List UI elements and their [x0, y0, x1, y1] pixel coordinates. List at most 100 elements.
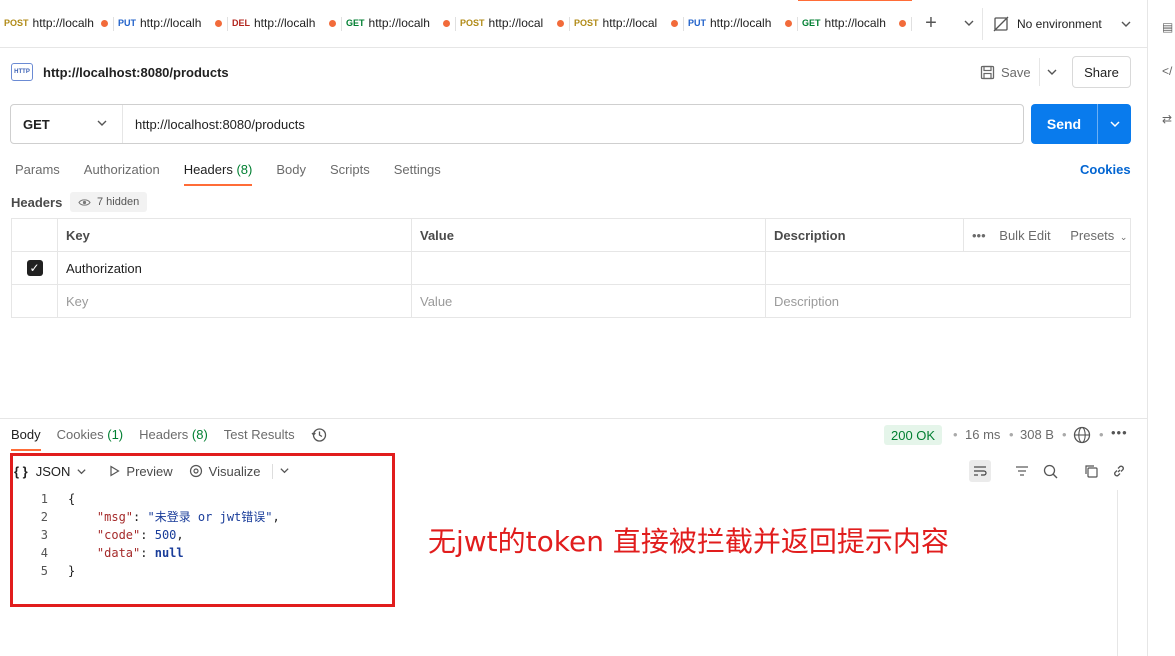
- annotation-highlight-box: [10, 453, 395, 607]
- url-bar: GET: [10, 104, 1024, 144]
- method-select[interactable]: GET: [11, 105, 123, 143]
- hidden-headers-label: 7 hidden: [97, 196, 140, 208]
- tab-headers[interactable]: Headers (8): [183, 160, 253, 186]
- tab-method: POST: [574, 18, 599, 28]
- share-button[interactable]: Share: [1072, 56, 1131, 88]
- more-options-icon[interactable]: •••: [972, 228, 986, 243]
- environment-selector[interactable]: No environment: [982, 8, 1142, 40]
- response-tabs: Body Cookies (1) Headers (8) Test Results: [11, 427, 343, 451]
- header-value-cell[interactable]: [411, 251, 766, 285]
- hidden-headers-toggle[interactable]: 7 hidden: [70, 192, 148, 212]
- response-size[interactable]: 308 B: [1020, 427, 1054, 442]
- save-options-button[interactable]: [1039, 58, 1063, 86]
- header-description-cell[interactable]: [765, 251, 1131, 285]
- tab-body[interactable]: Body: [276, 160, 306, 186]
- request-tab[interactable]: POST http://local: [570, 0, 684, 47]
- request-tab-bar: POST http://localh PUT http://localh DEL http…: [0, 0, 1147, 48]
- request-tab[interactable]: GET http://localh: [342, 0, 456, 47]
- headers-table-header: Key Value Description ••• Bulk Edit Pres…: [11, 218, 1131, 252]
- new-tab-plus-icon[interactable]: +: [912, 0, 950, 47]
- tab-scripts[interactable]: Scripts: [330, 160, 370, 186]
- tab-params[interactable]: Params: [15, 160, 60, 186]
- save-icon: [980, 65, 995, 79]
- tab-method: DEL: [232, 18, 250, 28]
- wrap-lines-icon[interactable]: [969, 460, 991, 482]
- request-tab[interactable]: GET http://localh: [798, 0, 912, 47]
- request-tab[interactable]: PUT http://localh: [114, 0, 228, 47]
- empty-checkbox-cell: [11, 284, 58, 318]
- tab-method: PUT: [688, 18, 706, 28]
- description-placeholder[interactable]: Description: [765, 284, 1131, 318]
- related-icon[interactable]: ⇄: [1162, 112, 1175, 126]
- unsaved-dot-icon: [101, 19, 108, 27]
- tab-settings[interactable]: Settings: [394, 160, 441, 186]
- url-input[interactable]: [123, 105, 1023, 143]
- separator-dot: •: [1009, 427, 1014, 442]
- bulk-actions-cell: ••• Bulk Edit Presets ⌄: [963, 218, 1131, 252]
- link-icon[interactable]: [1108, 460, 1130, 482]
- response-tab-cookies[interactable]: Cookies (1): [57, 427, 123, 451]
- key-column-header: Key: [57, 218, 412, 252]
- method-label: GET: [23, 116, 50, 132]
- docs-icon[interactable]: ▤: [1162, 20, 1175, 34]
- key-placeholder[interactable]: Key: [57, 284, 412, 318]
- tab-method: POST: [460, 18, 485, 28]
- cookies-link[interactable]: Cookies: [1080, 162, 1131, 177]
- vertical-scrollbar[interactable]: [1117, 490, 1131, 656]
- chevron-down-icon: ⌄: [1119, 231, 1128, 242]
- tab-label: Settings: [393, 162, 441, 177]
- tab-count: (8): [236, 162, 253, 177]
- value-placeholder[interactable]: Value: [411, 284, 766, 318]
- tab-url: http://localh: [32, 16, 94, 30]
- presets-label: Presets: [1070, 227, 1115, 243]
- presets-dropdown[interactable]: Presets ⌄: [1064, 228, 1127, 243]
- tab-label: Body: [276, 162, 306, 177]
- filter-icon[interactable]: [1011, 460, 1033, 482]
- chevron-down-icon: [1109, 121, 1120, 128]
- tab-authorization[interactable]: Authorization: [84, 160, 160, 186]
- response-tab-headers[interactable]: Headers (8): [139, 427, 208, 451]
- response-time[interactable]: 16 ms: [965, 427, 1000, 442]
- send-options-button[interactable]: [1097, 104, 1131, 144]
- environment-label: No environment: [1017, 17, 1102, 31]
- header-enabled-checkbox[interactable]: ✓: [26, 260, 43, 276]
- table-row-empty[interactable]: Key Value Description: [11, 284, 1131, 318]
- response-divider[interactable]: [0, 418, 1147, 419]
- tab-method: PUT: [118, 18, 136, 28]
- request-tab[interactable]: DEL http://localh: [228, 0, 342, 47]
- header-key-cell[interactable]: Authorization: [57, 251, 412, 285]
- headers-table: Key Value Description ••• Bulk Edit Pres…: [11, 218, 1131, 318]
- unsaved-dot-icon: [557, 19, 564, 27]
- right-sidebar: </ ⇄ ▤: [1147, 0, 1175, 656]
- tab-url: http://localh: [824, 16, 886, 30]
- more-options-icon[interactable]: •••: [1111, 425, 1128, 440]
- tab-label: Params: [15, 162, 60, 177]
- tab-url: http://localh: [140, 16, 202, 30]
- response-tab-body[interactable]: Body: [11, 427, 41, 451]
- unsaved-dot-icon: [899, 19, 906, 27]
- tab-url: http://localh: [368, 16, 430, 30]
- copy-icon[interactable]: [1080, 460, 1102, 482]
- code-icon[interactable]: </: [1162, 64, 1175, 78]
- unsaved-dot-icon: [443, 19, 450, 27]
- bulk-edit-link[interactable]: Bulk Edit: [999, 228, 1050, 243]
- status-badge[interactable]: 200 OK: [884, 425, 943, 445]
- globe-icon[interactable]: [1073, 426, 1091, 444]
- separator-dot: •: [1062, 427, 1067, 442]
- checkbox-header-cell: [11, 218, 58, 252]
- search-icon[interactable]: [1039, 460, 1061, 482]
- request-tab[interactable]: POST http://local: [456, 0, 570, 47]
- unsaved-dot-icon: [671, 19, 678, 27]
- response-tab-test-results[interactable]: Test Results: [224, 427, 295, 451]
- tab-count: (8): [191, 427, 208, 442]
- send-button[interactable]: Send: [1031, 104, 1131, 144]
- table-row[interactable]: ✓ Authorization: [11, 251, 1131, 285]
- chevron-down-icon: [1121, 21, 1131, 27]
- separator-dot: •: [953, 427, 958, 442]
- request-tab[interactable]: PUT http://localh: [684, 0, 798, 47]
- request-tab[interactable]: POST http://localh: [0, 0, 114, 47]
- save-button[interactable]: Save: [980, 58, 1031, 86]
- history-icon[interactable]: [311, 427, 327, 451]
- http-request-icon: HTTP: [11, 63, 33, 81]
- request-title: HTTP http://localhost:8080/products: [11, 60, 229, 84]
